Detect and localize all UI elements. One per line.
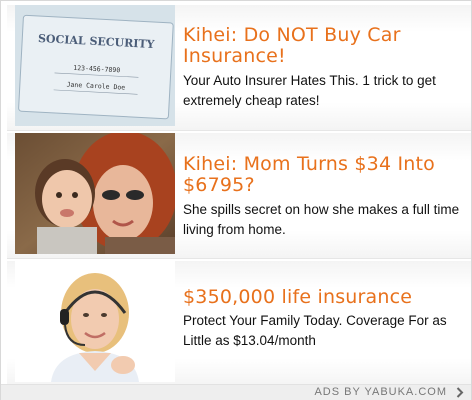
ad-item-mom-income[interactable]: Kihei: Mom Turns $34 Into $6795? She spi…	[7, 133, 471, 259]
headset-agent-photo-icon	[15, 261, 175, 382]
mother-child-photo-icon	[15, 133, 175, 254]
ad-widget: SOCIAL SECURITY 123-456-7890 Jane Carole…	[0, 0, 472, 400]
social-security-card-image[interactable]: SOCIAL SECURITY 123-456-7890 Jane Carole…	[15, 5, 175, 126]
mother-and-child-photo[interactable]	[15, 133, 175, 254]
ads-by-link[interactable]: ADS BY YABUKA.COM	[314, 386, 447, 398]
ad-headline[interactable]: $350,000 life insurance	[183, 287, 469, 308]
ad-headline[interactable]: Kihei: Do NOT Buy Car Insurance!	[183, 25, 469, 67]
ad-description[interactable]: Protect Your Family Today. Coverage For …	[183, 311, 472, 351]
ads-footer: ADS BY YABUKA.COM	[1, 384, 471, 400]
ad-item-car-insurance[interactable]: SOCIAL SECURITY 123-456-7890 Jane Carole…	[7, 5, 471, 131]
ad-description[interactable]: She spills secret on how she makes a ful…	[183, 200, 472, 240]
ad-headline[interactable]: Kihei: Mom Turns $34 Into $6795?	[183, 154, 469, 196]
ad-item-life-insurance[interactable]: $350,000 life insurance Protect Your Fam…	[7, 261, 471, 387]
ad-description[interactable]: Your Auto Insurer Hates This. 1 trick to…	[183, 71, 472, 111]
chevron-right-icon[interactable]	[456, 387, 464, 398]
headset-agent-photo[interactable]	[15, 261, 175, 382]
social-security-card-icon: SOCIAL SECURITY 123-456-7890 Jane Carole…	[15, 5, 175, 126]
